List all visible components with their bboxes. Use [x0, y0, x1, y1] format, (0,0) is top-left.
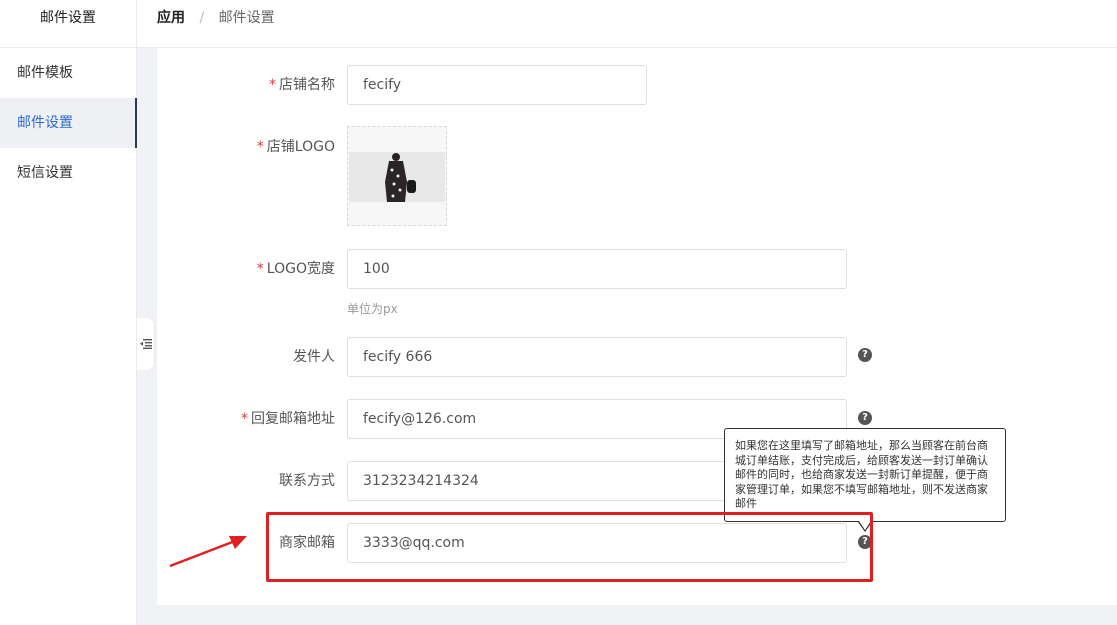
required-mark: *	[269, 77, 276, 93]
logo-width-input[interactable]: 100	[347, 249, 847, 289]
sidebar: 邮件设置 邮件模板 邮件设置 短信设置	[0, 0, 137, 625]
sidebar-title: 邮件设置	[0, 0, 136, 48]
sidebar-item-email-settings[interactable]: 邮件设置	[0, 98, 137, 148]
question-circle-icon[interactable]: ?	[858, 411, 872, 425]
annotation-arrow-icon	[169, 536, 247, 568]
shop-logo-label: * 店铺LOGO	[135, 137, 335, 157]
required-mark: *	[256, 139, 264, 155]
logo-upload[interactable]	[347, 126, 447, 226]
help-tooltip: 如果您在这里填写了邮箱地址，那么当顾客在前台商城订单结账，支付完成后，给顾客发送…	[724, 428, 1006, 532]
reply-email-label: * 回复邮箱地址	[135, 409, 335, 429]
shop-name-label: * 店铺名称	[135, 75, 335, 95]
shop-name-input[interactable]: fecify	[347, 65, 647, 105]
breadcrumb: 应用 / 邮件设置	[157, 9, 275, 27]
logo-width-label: * LOGO宽度	[135, 259, 335, 279]
header: 应用 / 邮件设置	[137, 0, 1117, 48]
breadcrumb-current: 邮件设置	[218, 10, 275, 26]
sender-label: 发件人	[293, 349, 335, 365]
breadcrumb-separator: /	[199, 10, 205, 26]
required-mark: *	[241, 411, 248, 427]
logo-width-hint: 单位为px	[347, 302, 398, 316]
reply-email-label-text: 回复邮箱地址	[251, 411, 335, 427]
contact-label: 联系方式	[279, 473, 335, 489]
sender-input[interactable]: fecify 666	[347, 337, 847, 377]
breadcrumb-root[interactable]: 应用	[157, 10, 185, 26]
logo-width-label-text: LOGO宽度	[266, 261, 335, 277]
required-mark: *	[256, 261, 264, 277]
question-circle-icon[interactable]: ?	[858, 348, 872, 362]
logo-image	[349, 152, 445, 202]
sidebar-item-sms-settings[interactable]: 短信设置	[0, 148, 136, 198]
shop-name-label-text: 店铺名称	[279, 77, 335, 93]
shop-logo-label-text: 店铺LOGO	[266, 139, 335, 155]
sidebar-item-email-template[interactable]: 邮件模板	[0, 48, 136, 98]
annotation-highlight-box	[266, 512, 873, 582]
